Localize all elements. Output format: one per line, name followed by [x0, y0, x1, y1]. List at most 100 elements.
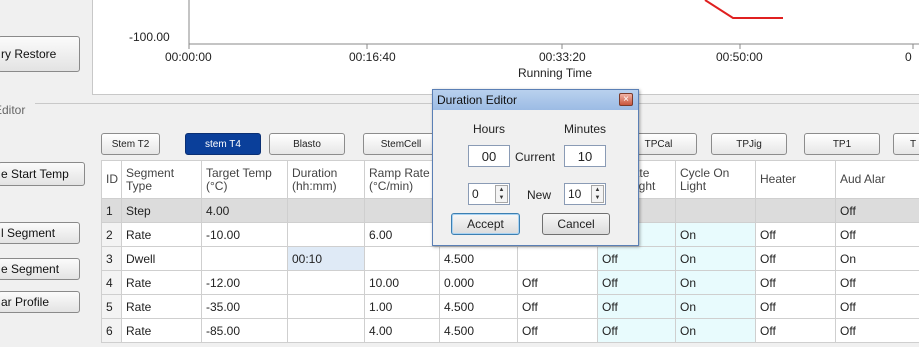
cell-f[interactable]: 4.500 — [439, 318, 518, 343]
cell-segment-type[interactable]: Step — [121, 198, 202, 223]
cell-hidden[interactable] — [517, 246, 598, 271]
close-icon[interactable]: × — [619, 93, 633, 106]
cell-f[interactable]: 4.500 — [439, 294, 518, 319]
hours-spin-arrows[interactable]: ▲ ▼ — [495, 185, 508, 203]
editor-group-label: Editor — [0, 103, 36, 117]
cell-id[interactable]: 3 — [101, 246, 122, 271]
cell-cycle-on-light[interactable]: On — [675, 294, 756, 319]
cell-cycle-on-light[interactable]: On — [675, 318, 756, 343]
cell-heater[interactable]: Off — [755, 222, 836, 247]
cell-hidden[interactable]: Off — [517, 294, 598, 319]
cell-target-temp[interactable]: -12.00 — [201, 270, 288, 295]
cell-target-temp[interactable]: 4.00 — [201, 198, 288, 223]
cell-nucleate-now-light[interactable]: Off — [597, 246, 676, 271]
cell-duration[interactable] — [287, 270, 365, 295]
cell-id[interactable]: 2 — [101, 222, 122, 247]
new-hours-spinner[interactable]: 0 ▲ ▼ — [468, 183, 510, 205]
cell-id[interactable]: 6 — [101, 318, 122, 343]
cell-target-temp[interactable]: -85.00 — [201, 318, 288, 343]
cell-cycle-on-light[interactable]: On — [675, 222, 756, 247]
profile-tab-t[interactable]: T — [893, 133, 919, 155]
col-header-audible-alarm[interactable]: Aud Alar — [835, 160, 919, 199]
new-minutes-value[interactable]: 10 — [568, 187, 581, 201]
cell-duration[interactable] — [287, 198, 365, 223]
table-row[interactable]: 4 Rate -12.00 10.00 0.000 Off Off On Off Off — [101, 270, 919, 295]
cell-audible-alarm[interactable]: Off — [835, 294, 919, 319]
spin-down-icon[interactable]: ▼ — [496, 194, 507, 202]
cell-duration[interactable]: 00:10 — [287, 246, 365, 271]
col-header-target-temp[interactable]: Target Temp (°C) — [201, 160, 288, 199]
col-header-segment-type[interactable]: Segment Type — [121, 160, 202, 199]
cell-cycle-on-light[interactable]: On — [675, 270, 756, 295]
col-header-id[interactable]: ID — [101, 160, 122, 199]
cell-duration[interactable] — [287, 318, 365, 343]
dialog-title-bar[interactable]: Duration Editor — [433, 90, 638, 110]
cell-segment-type[interactable]: Rate — [121, 270, 202, 295]
cell-ramp-rate[interactable] — [364, 246, 440, 271]
cell-audible-alarm[interactable]: Off — [835, 222, 919, 247]
cell-target-temp[interactable] — [201, 246, 288, 271]
cell-heater[interactable]: Off — [755, 318, 836, 343]
cell-f[interactable]: 4.500 — [439, 246, 518, 271]
profile-tab-blasto[interactable]: Blasto — [269, 133, 345, 155]
cell-target-temp[interactable]: -35.00 — [201, 294, 288, 319]
table-row[interactable]: 6 Rate -85.00 4.00 4.500 Off Off On Off Off — [101, 318, 919, 343]
profile-tab-tp1[interactable]: TP1 — [804, 133, 880, 155]
col-header-heater[interactable]: Heater — [755, 160, 836, 199]
col-header-ramp-rate[interactable]: Ramp Rate (°C/min) — [364, 160, 440, 199]
cell-heater[interactable]: Off — [755, 294, 836, 319]
cell-ramp-rate[interactable]: 1.00 — [364, 294, 440, 319]
cell-ramp-rate[interactable]: 4.00 — [364, 318, 440, 343]
spin-up-icon[interactable]: ▲ — [496, 186, 507, 194]
cell-audible-alarm[interactable]: Off — [835, 270, 919, 295]
new-minutes-spinner[interactable]: 10 ▲ ▼ — [564, 183, 606, 205]
x-tick-label-4: 0 — [905, 50, 912, 64]
cell-heater[interactable]: Off — [755, 270, 836, 295]
x-tick-label-3: 00:50:00 — [716, 50, 763, 64]
cell-f[interactable]: 0.000 — [439, 270, 518, 295]
profile-tab-tpjig[interactable]: TPJig — [711, 133, 787, 155]
col-header-duration[interactable]: Duration (hh:mm) — [287, 160, 365, 199]
cell-cycle-on-light[interactable] — [675, 198, 756, 223]
cell-ramp-rate[interactable]: 10.00 — [364, 270, 440, 295]
cell-heater[interactable] — [755, 198, 836, 223]
spin-up-icon[interactable]: ▲ — [592, 186, 603, 194]
cell-ramp-rate[interactable]: 6.00 — [364, 222, 440, 247]
cell-heater[interactable]: Off — [755, 246, 836, 271]
cell-id[interactable]: 5 — [101, 294, 122, 319]
cell-id[interactable]: 4 — [101, 270, 122, 295]
cell-audible-alarm[interactable]: On — [835, 246, 919, 271]
profile-tab-stem-t4[interactable]: stem T4 — [185, 133, 261, 155]
cell-nucleate-now-light[interactable]: Off — [597, 294, 676, 319]
minutes-spin-arrows[interactable]: ▲ ▼ — [591, 185, 604, 203]
table-row[interactable]: 5 Rate -35.00 1.00 4.500 Off Off On Off Off — [101, 294, 919, 319]
current-label: Current — [515, 150, 556, 164]
cell-target-temp[interactable]: -10.00 — [201, 222, 288, 247]
cell-segment-type[interactable]: Dwell — [121, 246, 202, 271]
cell-duration[interactable] — [287, 222, 365, 247]
cell-duration[interactable] — [287, 294, 365, 319]
cell-segment-type[interactable]: Rate — [121, 294, 202, 319]
cell-audible-alarm[interactable]: Off — [835, 318, 919, 343]
cell-audible-alarm[interactable]: Off — [835, 198, 919, 223]
temperature-graph: -100.00 00:00:00 00:16:40 00:33:20 00:50… — [92, 0, 919, 95]
cell-segment-type[interactable]: Rate — [121, 318, 202, 343]
spin-down-icon[interactable]: ▼ — [592, 194, 603, 202]
restore-button[interactable]: ry Restore — [0, 36, 80, 72]
cell-segment-type[interactable]: Rate — [121, 222, 202, 247]
cell-ramp-rate[interactable] — [364, 198, 440, 223]
cell-nucleate-now-light[interactable]: Off — [597, 318, 676, 343]
accept-button[interactable]: Accept — [451, 213, 520, 235]
cell-id[interactable]: 1 — [101, 198, 122, 223]
cancel-button[interactable]: Cancel — [542, 213, 610, 235]
cell-hidden[interactable]: Off — [517, 270, 598, 295]
cell-cycle-on-light[interactable]: On — [675, 246, 756, 271]
profile-tab-stemcell[interactable]: StemCell — [363, 133, 439, 155]
profile-tab-stem-t2[interactable]: Stem T2 — [101, 133, 160, 155]
graph-canvas — [188, 0, 919, 49]
table-row[interactable]: 3 Dwell 00:10 4.500 Off On Off On — [101, 246, 919, 271]
cell-nucleate-now-light[interactable]: Off — [597, 270, 676, 295]
col-header-cycle-on-light[interactable]: Cycle On Light — [675, 160, 756, 199]
new-hours-value[interactable]: 0 — [472, 187, 479, 201]
cell-hidden[interactable]: Off — [517, 318, 598, 343]
